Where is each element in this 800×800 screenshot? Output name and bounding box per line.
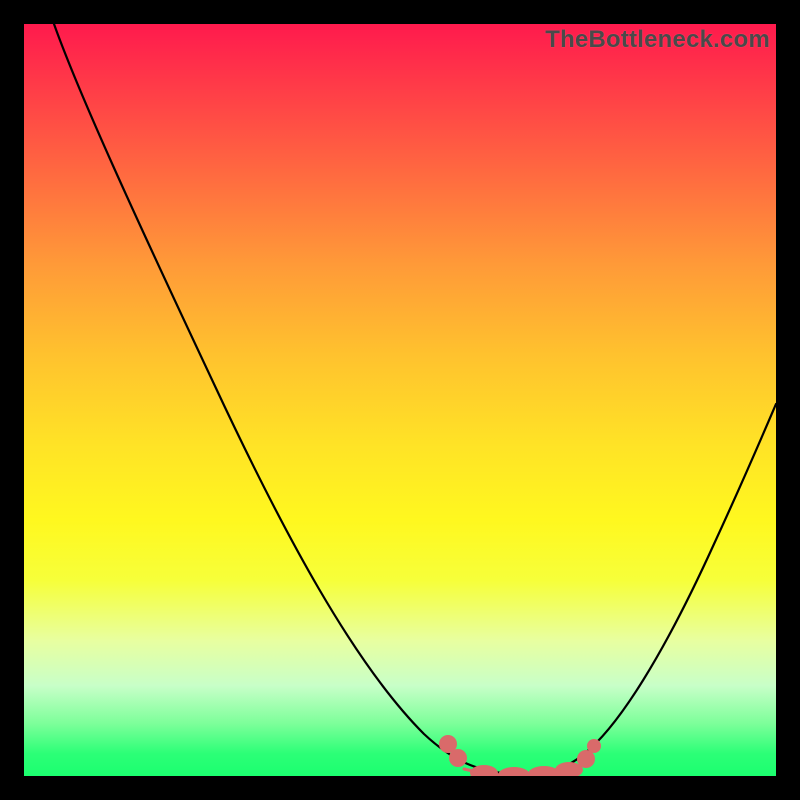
marker-dot (587, 739, 601, 753)
bottleneck-curve (24, 24, 776, 776)
watermark-text: TheBottleneck.com (545, 26, 770, 54)
chart-plot-area: TheBottleneck.com (24, 24, 776, 776)
marker-dot (449, 749, 467, 767)
curve-line (54, 24, 776, 774)
marker-group (439, 735, 601, 776)
